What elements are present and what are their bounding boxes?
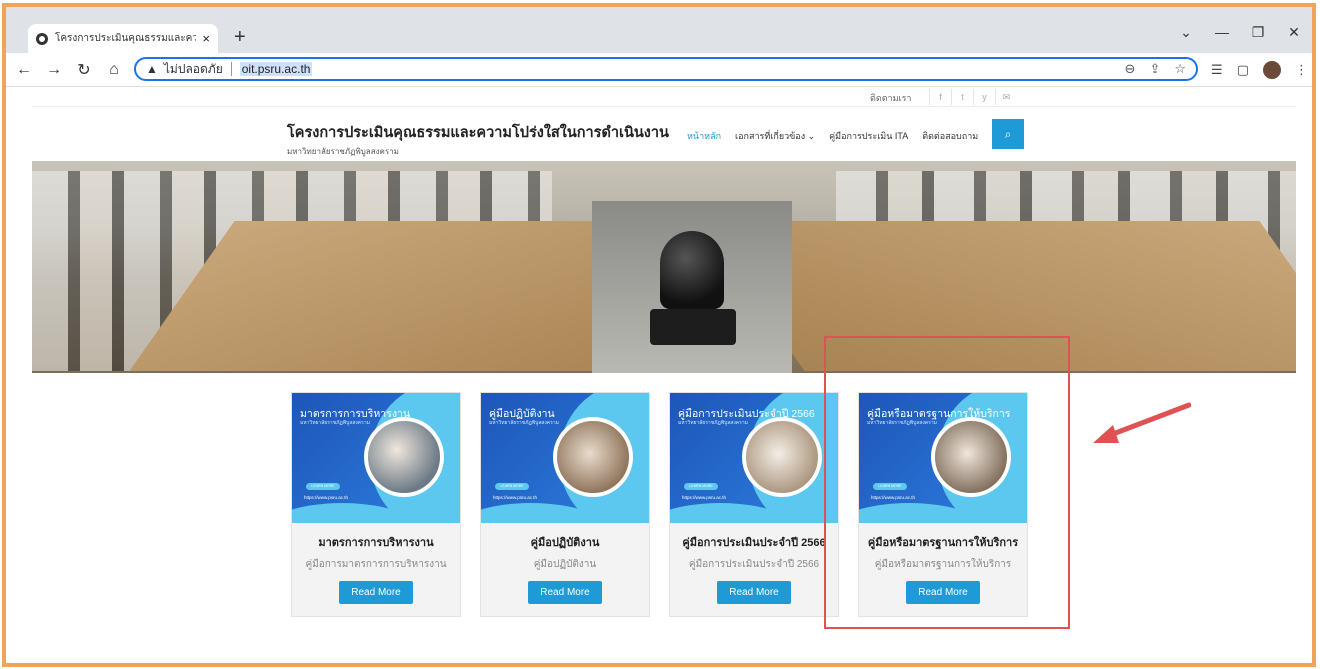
screenshot-frame: โครงการประเมินคุณธรรมและความโปร่ง × + ⌄ … <box>2 3 1316 667</box>
browser-toolbar: ← → ↻ ⌂ ▲ ไม่ปลอดภัย oit.psru.ac.th ⊖ ⇪ … <box>6 53 1312 87</box>
site-topbar: ติดตามเรา f t y ✉ <box>32 87 1296 107</box>
minimize-button[interactable]: — <box>1204 24 1240 41</box>
site-favicon-icon <box>36 32 48 45</box>
card-heading[interactable]: คู่มือการประเมินประจำปี 2566 <box>678 537 830 550</box>
card-thumbnail[interactable]: คู่มือการประเมินประจำปี 2566 มหาวิทยาลัย… <box>670 393 838 523</box>
card-heading[interactable]: คู่มือปฏิบัติงาน <box>489 537 641 550</box>
card-body: มาตรการการบริหารงาน คู่มือการมาตรการการบ… <box>292 523 460 616</box>
learn-more-badge: LEARN MORE <box>873 483 907 490</box>
document-photo <box>742 417 822 497</box>
menu-item-contact[interactable]: ติดต่อสอบถาม <box>922 129 978 143</box>
thumb-link: https://www.psru.ac.th <box>304 495 349 500</box>
menu-item-home[interactable]: หน้าหลัก <box>687 129 721 143</box>
browser-tab[interactable]: โครงการประเมินคุณธรรมและความโปร่ง × <box>28 24 218 53</box>
card-description: คู่มือการมาตรการการบริหารงาน <box>305 559 447 570</box>
writing-photo <box>931 417 1011 497</box>
follow-label: ติดตามเรา <box>870 93 912 103</box>
forward-button[interactable]: → <box>42 61 66 79</box>
tab-title: โครงการประเมินคุณธรรมและความโปร่ง <box>55 33 196 44</box>
youtube-icon[interactable]: y <box>973 89 995 105</box>
card-body: คู่มือปฏิบัติงาน คู่มือปฏิบัติงาน Read M… <box>481 523 649 616</box>
extension-icons: ☰ ▢ ⋮ <box>1211 61 1308 79</box>
address-bar[interactable]: ▲ ไม่ปลอดภัย oit.psru.ac.th ⊖ ⇪ ☆ <box>134 57 1198 81</box>
card-description: คู่มือปฏิบัติงาน <box>533 559 597 570</box>
card-annual-assessment[interactable]: คู่มือการประเมินประจำปี 2566 มหาวิทยาลัย… <box>669 392 839 617</box>
restore-button[interactable]: ❐ <box>1240 24 1276 41</box>
menu-item-ita-manual[interactable]: คู่มือการประเมิน ITA <box>829 129 908 143</box>
new-tab-button[interactable]: + <box>234 26 246 49</box>
book-photo <box>553 417 633 497</box>
card-operation-manual[interactable]: คู่มือปฏิบัติงาน มหาวิทยาลัยราชภัฏพิบูลส… <box>480 392 650 617</box>
card-thumbnail[interactable]: คู่มือปฏิบัติงาน มหาวิทยาลัยราชภัฏพิบูลส… <box>481 393 649 523</box>
site-brand[interactable]: โครงการประเมินคุณธรรมและความโปร่งใสในการ… <box>287 121 669 158</box>
hero-camera-base <box>650 309 736 345</box>
hero-camera <box>660 231 724 309</box>
read-more-button[interactable]: Read More <box>339 581 413 604</box>
thumb-subtitle: มหาวิทยาลัยราชภัฏพิบูลสงคราม <box>678 420 748 426</box>
card-heading[interactable]: มาตรการการบริหารงาน <box>300 537 452 550</box>
security-label[interactable]: ไม่ปลอดภัย <box>164 60 223 79</box>
thumb-link: https://www.psru.ac.th <box>493 495 538 500</box>
read-more-button[interactable]: Read More <box>528 581 602 604</box>
site-subtitle: มหาวิทยาลัยราชภัฏพิบูลสงคราม <box>287 147 399 156</box>
warning-icon[interactable]: ▲ <box>146 62 158 76</box>
learn-more-badge: LEARN MORE <box>684 483 718 490</box>
zoom-icon[interactable]: ⊖ <box>1125 61 1136 77</box>
read-more-button[interactable]: Read More <box>717 581 791 604</box>
thumb-subtitle: มหาวิทยาลัยราชภัฏพิบูลสงคราม <box>300 420 370 426</box>
reload-button[interactable]: ↻ <box>72 60 96 80</box>
thumb-subtitle: มหาวิทยาลัยราชภัฏพิบูลสงคราม <box>489 420 559 426</box>
facebook-icon[interactable]: f <box>929 89 951 105</box>
search-button[interactable]: ⌕ <box>992 119 1024 149</box>
thumb-link: https://www.psru.ac.th <box>682 495 727 500</box>
url-text[interactable]: oit.psru.ac.th <box>239 62 313 76</box>
site-title[interactable]: โครงการประเมินคุณธรรมและความโปร่งใสในการ… <box>287 121 669 144</box>
close-window-button[interactable]: ✕ <box>1276 24 1312 41</box>
main-menu: หน้าหลัก เอกสารที่เกี่ยวข้อง ⌄ คู่มือการ… <box>687 129 978 143</box>
star-icon[interactable]: ☆ <box>1174 61 1186 77</box>
twitter-icon[interactable]: t <box>951 89 973 105</box>
tab-search-icon[interactable]: ⌄ <box>1168 24 1204 41</box>
profile-avatar[interactable] <box>1263 61 1281 79</box>
window-controls: ⌄ — ❐ ✕ <box>1168 24 1312 41</box>
speaker-photo <box>364 417 444 497</box>
annotation-arrow-icon <box>1093 402 1191 443</box>
tab-close-icon[interactable]: × <box>202 31 210 46</box>
card-description: คู่มือการประเมินประจำปี 2566 <box>688 559 820 570</box>
learn-more-badge: LEARN MORE <box>495 483 529 490</box>
hero-banner-image <box>32 161 1296 373</box>
card-body: คู่มือการประเมินประจำปี 2566 คู่มือการปร… <box>670 523 838 616</box>
menu-item-documents[interactable]: เอกสารที่เกี่ยวข้อง ⌄ <box>735 129 815 143</box>
card-management-measures[interactable]: มาตรการการบริหารงาน มหาวิทยาลัยราชภัฏพิบ… <box>291 392 461 617</box>
search-icon: ⌕ <box>1004 127 1012 141</box>
learn-more-badge: LEARN MORE <box>306 483 340 490</box>
home-button[interactable]: ⌂ <box>102 61 126 79</box>
side-panel-icon[interactable]: ▢ <box>1237 62 1249 78</box>
social-links: f t y ✉ <box>929 89 1017 105</box>
site-header: โครงการประเมินคุณธรรมและความโปร่งใสในการ… <box>32 107 1296 161</box>
reading-list-icon[interactable]: ☰ <box>1211 62 1223 78</box>
back-button[interactable]: ← <box>12 61 36 79</box>
omnibox-icons: ⊖ ⇪ ☆ <box>1125 61 1186 77</box>
share-icon[interactable]: ⇪ <box>1149 61 1160 77</box>
email-icon[interactable]: ✉ <box>995 89 1017 105</box>
menu-icon[interactable]: ⋮ <box>1295 62 1308 78</box>
browser-tab-bar: โครงการประเมินคุณธรรมและความโปร่ง × + ⌄ … <box>6 7 1312 53</box>
thumb-link: https://www.psru.ac.th <box>871 495 916 500</box>
card-thumbnail[interactable]: มาตรการการบริหารงาน มหาวิทยาลัยราชภัฏพิบ… <box>292 393 460 523</box>
thumb-subtitle: มหาวิทยาลัยราชภัฏพิบูลสงคราม <box>867 420 937 426</box>
divider <box>230 62 232 76</box>
